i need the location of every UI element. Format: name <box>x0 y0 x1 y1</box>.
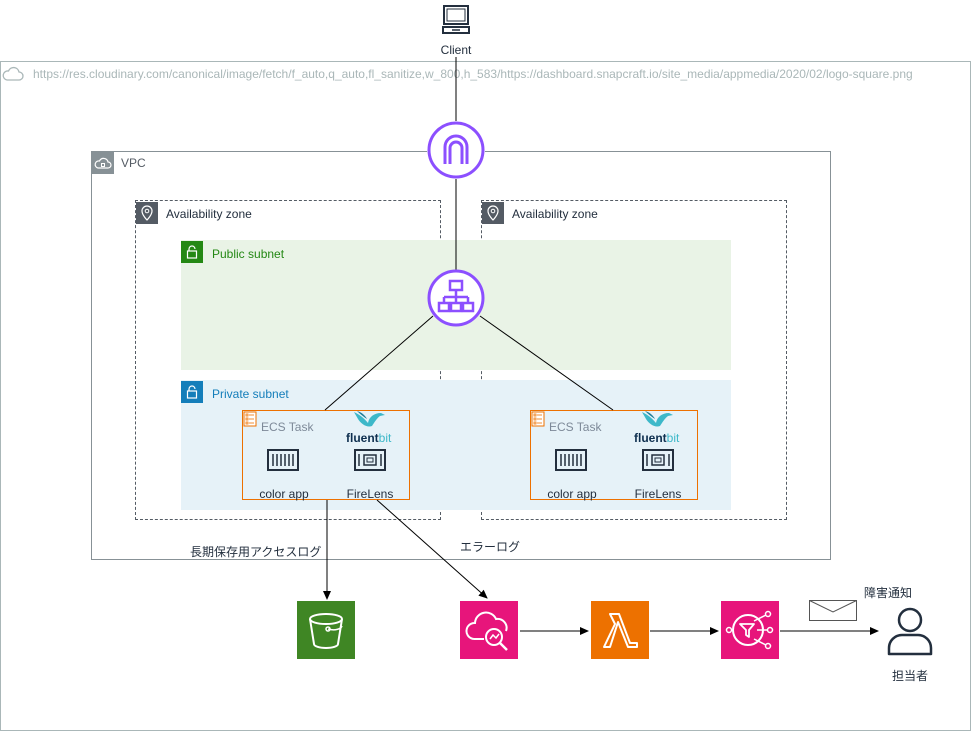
load-balancer-icon <box>427 269 485 327</box>
person-label: 担当者 <box>891 669 928 683</box>
container-icon <box>354 449 386 471</box>
access-log-label: 長期保存用アクセスログ <box>190 545 322 559</box>
envelope-icon <box>809 600 857 622</box>
ecs-task-1-sidecar: FireLens <box>346 487 394 501</box>
notify-label: 障害通知 <box>864 586 913 600</box>
user-icon <box>886 606 934 656</box>
container-icon <box>267 449 299 471</box>
lambda-icon <box>591 601 649 659</box>
fluentbit-logo-text: fluentbit <box>634 431 680 445</box>
internet-gateway-icon <box>427 121 485 179</box>
ecs-task-2-app: color app <box>547 487 597 501</box>
cloudwatch-logs-icon <box>460 601 518 659</box>
container-icon <box>555 449 587 471</box>
ecs-task-2-sidecar: FireLens <box>634 487 682 501</box>
hummingbird-icon <box>352 409 386 433</box>
fluentbit-logo-text: fluentbit <box>346 431 392 445</box>
task-icon <box>243 411 257 427</box>
ecs-task-1-title: ECS Task <box>261 420 314 434</box>
s3-bucket-icon <box>297 601 355 659</box>
fluentbit-logo-2: fluentbit <box>634 431 679 445</box>
client-label: Client <box>440 43 472 57</box>
error-log-label: エラーログ <box>460 540 521 554</box>
alb-to-task2-line <box>479 315 614 411</box>
ecs-task-1-app: color app <box>259 487 309 501</box>
fluentbit-logo-1: fluentbit <box>346 431 391 445</box>
task-icon <box>531 411 545 427</box>
hummingbird-icon <box>640 409 674 433</box>
sns-icon <box>721 601 779 659</box>
laptop-icon <box>441 4 471 38</box>
ecs-task-2-title: ECS Task <box>549 420 602 434</box>
alb-to-task1-line <box>324 315 434 411</box>
container-icon <box>642 449 674 471</box>
